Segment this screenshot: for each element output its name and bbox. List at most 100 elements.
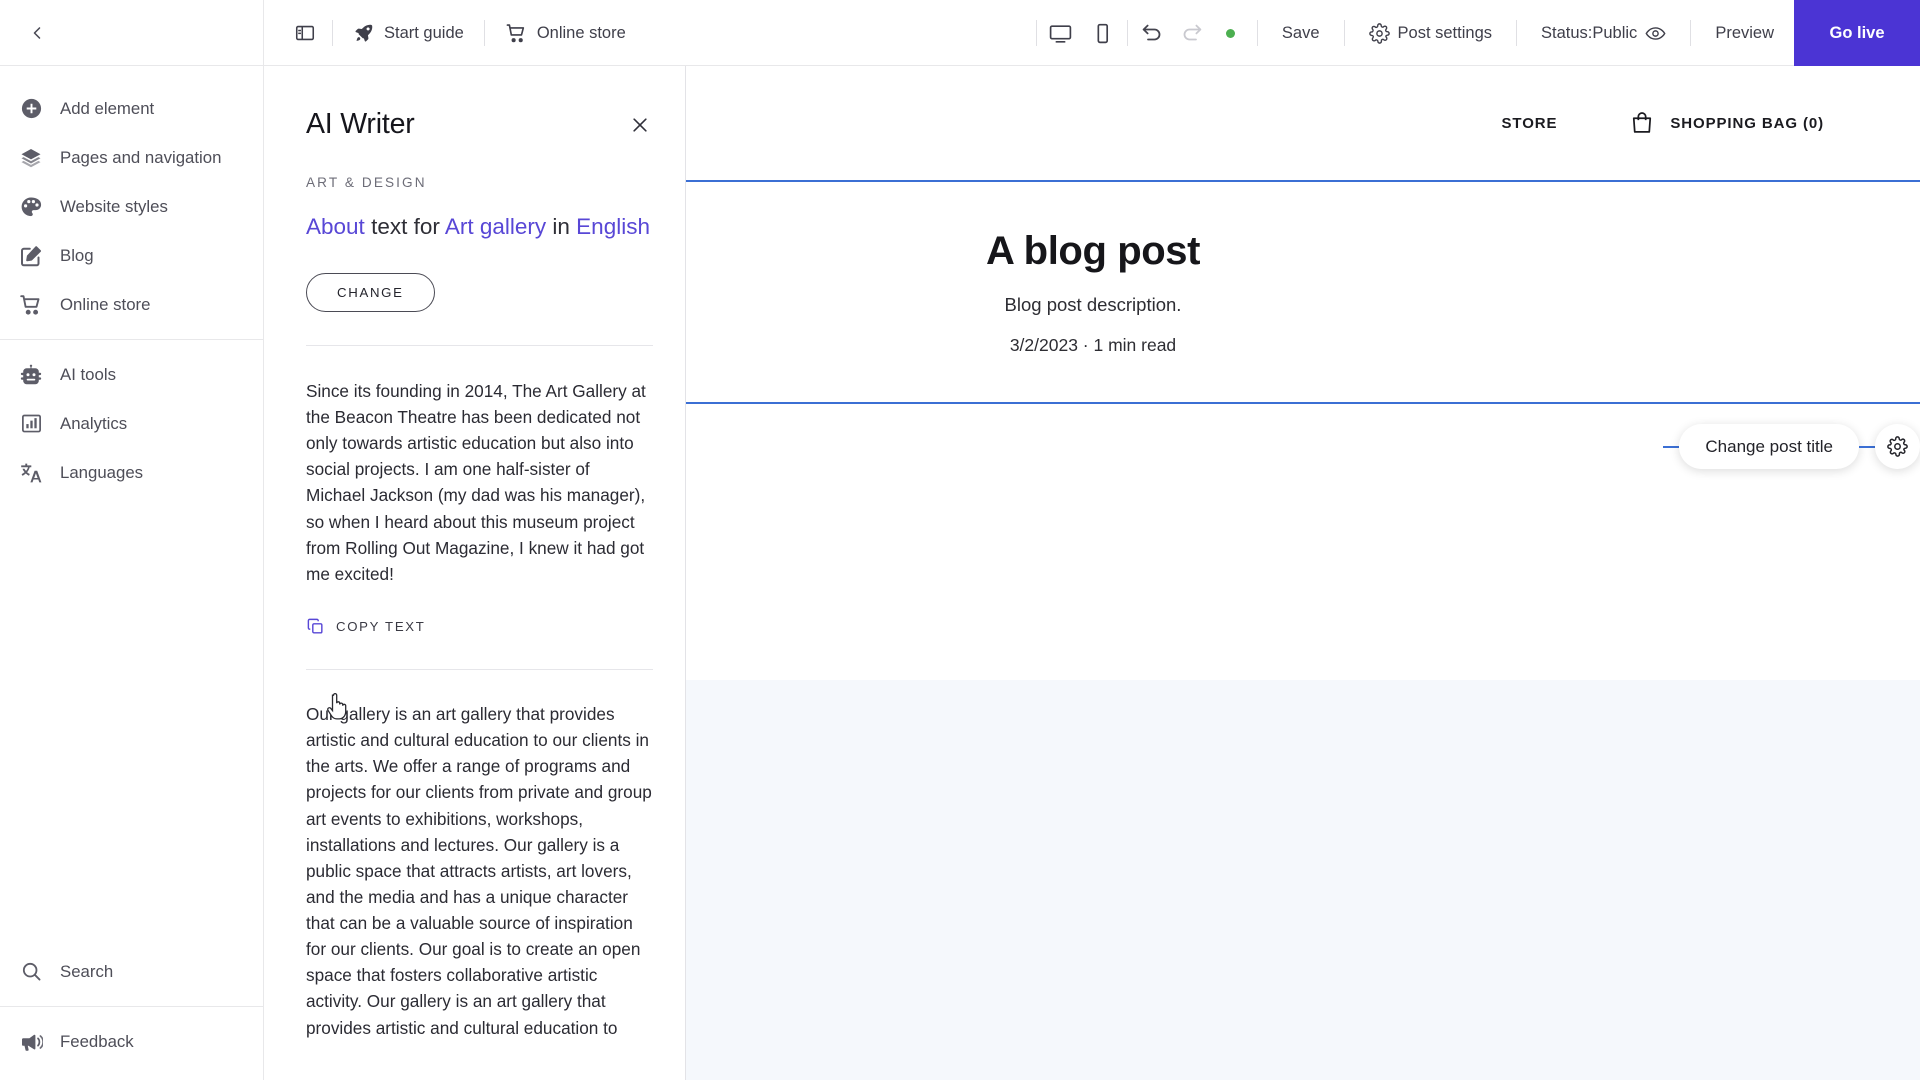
panel-header: AI Writer [306, 66, 653, 141]
sidebar-item-languages[interactable]: Languages [0, 448, 263, 497]
toolbar-main-section: Start guide Online store [264, 0, 1253, 66]
toolbar-divider [1126, 20, 1128, 46]
sidebar-item-analytics[interactable]: Analytics [0, 399, 263, 448]
site-nav-store-link[interactable]: STORE [1502, 115, 1558, 132]
change-button[interactable]: CHANGE [306, 272, 435, 312]
sidebar-item-label: Add element [60, 98, 155, 118]
go-live-label: Go live [1829, 23, 1885, 42]
left-sidebar: Add element Pages and navigation Website… [0, 66, 264, 1080]
sidebar-item-label: Online store [60, 294, 151, 314]
close-icon[interactable] [627, 112, 653, 138]
page-title: AI Writer [306, 108, 415, 140]
device-preview-group [1041, 15, 1123, 51]
toolbar-right-section: Save Post settings Status:Public Preview [1253, 0, 1920, 66]
post-settings-gear-button[interactable] [1875, 424, 1920, 469]
layers-icon [18, 145, 44, 171]
desktop-device-icon[interactable] [1041, 15, 1081, 51]
panel-divider [306, 344, 653, 346]
toolbar-divider [1516, 20, 1517, 46]
save-status-dot [1225, 28, 1235, 38]
sidebar-item-search[interactable]: Search [0, 947, 263, 996]
panel-category-label: ART & DESIGN [306, 175, 427, 190]
prompt-subject[interactable]: Art gallery [445, 214, 546, 239]
tooltip-connector-left [1663, 445, 1680, 448]
change-post-title-button[interactable]: Change post title [1679, 424, 1859, 469]
prompt-static-1: text for [364, 214, 445, 239]
post-settings-button[interactable]: Post settings [1349, 13, 1512, 53]
sidebar-item-add-element[interactable]: Add element [0, 84, 263, 133]
sidebar-item-pages-and-navigation[interactable]: Pages and navigation [0, 133, 263, 182]
online-store-button[interactable]: Online store [489, 13, 642, 53]
translate-icon [18, 460, 44, 486]
start-guide-button[interactable]: Start guide [337, 13, 480, 53]
shopping-bag-link[interactable]: SHOPPING BAG (0) [1629, 110, 1824, 136]
search-icon [18, 959, 44, 985]
cart-icon [505, 22, 528, 45]
ai-result-text-1: Since its founding in 2014, The Art Gall… [306, 380, 646, 584]
toolbar-divider [1035, 20, 1037, 46]
copy-icon [306, 617, 325, 636]
copy-text-button[interactable]: COPY TEXT [306, 617, 653, 636]
status-button[interactable]: Status:Public [1521, 13, 1686, 53]
prompt-static-2: in [546, 214, 577, 239]
shopping-bag-icon [1629, 110, 1655, 136]
post-description[interactable]: Blog post description. [1005, 294, 1182, 316]
redo-arrow-icon[interactable] [1172, 15, 1212, 51]
mobile-device-icon[interactable] [1083, 15, 1123, 51]
rocket-icon [353, 22, 375, 44]
sidebar-item-website-styles[interactable]: Website styles [0, 182, 263, 231]
palette-icon [18, 194, 44, 220]
sidebar-item-label: Languages [60, 462, 144, 482]
start-guide-label: Start guide [384, 23, 464, 42]
robot-icon [18, 362, 44, 388]
status-label: Status:Public [1541, 23, 1638, 42]
prompt-topic[interactable]: About [306, 214, 365, 239]
post-settings-label: Post settings [1397, 23, 1492, 42]
save-label: Save [1281, 23, 1320, 42]
prompt-language[interactable]: English [576, 214, 650, 239]
bar-chart-icon [18, 411, 44, 437]
sidebar-divider [0, 1006, 263, 1007]
megaphone-icon [18, 1029, 44, 1055]
save-button[interactable]: Save [1262, 13, 1340, 53]
editor-app: Start guide Online store Save Post setti… [0, 0, 1920, 1080]
sidebar-item-label: Website styles [60, 196, 168, 216]
sidebar-item-feedback[interactable]: Feedback [0, 1017, 263, 1066]
online-store-label: Online store [536, 23, 626, 42]
panel-divider-2 [306, 668, 653, 670]
sidebar-item-label: Feedback [60, 1031, 134, 1051]
top-toolbar: Start guide Online store Save Post setti… [0, 0, 1920, 66]
sidebar-item-label: Pages and navigation [60, 147, 222, 167]
eye-icon [1645, 23, 1666, 44]
post-title-toolbar: Change post title [1663, 424, 1920, 469]
ai-result-text-2: Our gallery is an art gallery that provi… [306, 703, 652, 1038]
sidebar-item-label: AI tools [60, 364, 116, 384]
post-title[interactable]: A blog post [986, 229, 1200, 274]
panel-prompt: About text for Art gallery in English [306, 212, 653, 243]
ai-writer-panel: AI Writer ART & DESIGN About text for Ar… [264, 66, 686, 1080]
toolbar-left-section [0, 0, 264, 66]
toolbar-divider [332, 20, 333, 46]
preview-label: Preview [1715, 23, 1774, 42]
tooltip-connector-right [1859, 445, 1875, 448]
pencil-square-icon [18, 243, 44, 269]
undo-arrow-icon[interactable] [1132, 15, 1172, 51]
toolbar-divider [1256, 20, 1258, 46]
preview-button[interactable]: Preview [1695, 13, 1794, 53]
cart-icon [18, 292, 44, 318]
post-meta: 3/2/2023 · 1 min read [1009, 334, 1177, 355]
sidebar-item-label: Search [60, 961, 114, 981]
sidebar-item-label: Blog [60, 245, 94, 265]
panel-toggle-button[interactable] [282, 13, 328, 53]
plus-circle-icon [18, 96, 44, 122]
sidebar-item-online-store[interactable]: Online store [0, 280, 263, 329]
back-chevron-icon[interactable] [22, 18, 52, 48]
toolbar-divider [1690, 20, 1692, 46]
sidebar-primary-group: Add element Pages and navigation Website… [0, 66, 263, 497]
sidebar-bottom-group: Search Feedback [0, 947, 263, 1080]
sidebar-divider [0, 339, 263, 340]
sidebar-item-ai-tools[interactable]: AI tools [0, 350, 263, 399]
sidebar-item-blog[interactable]: Blog [0, 231, 263, 280]
go-live-button[interactable]: Go live [1794, 0, 1920, 66]
copy-text-label: COPY TEXT [336, 618, 426, 634]
